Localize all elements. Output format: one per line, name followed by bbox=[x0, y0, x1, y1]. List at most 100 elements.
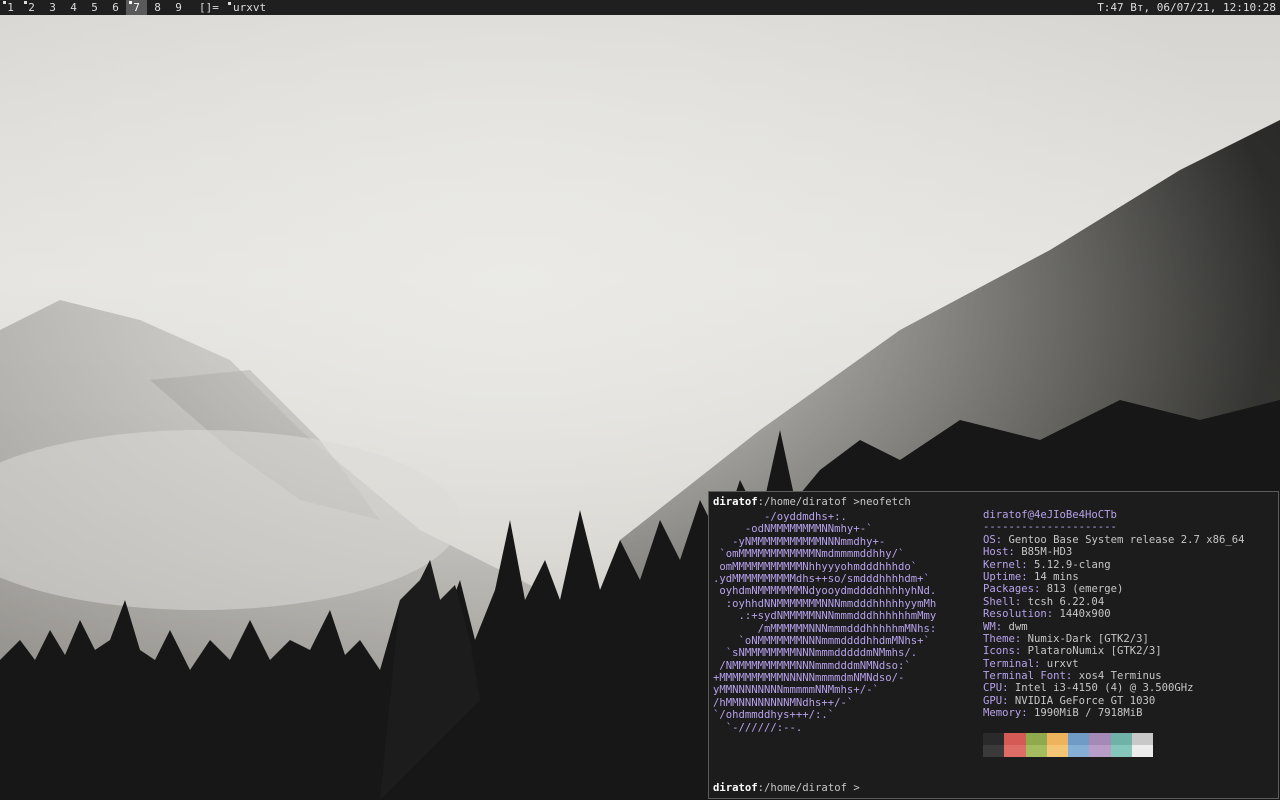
info-key: GPU bbox=[983, 694, 1003, 707]
palette-swatch bbox=[1068, 733, 1090, 745]
info-value: Numix-Dark [GTK2/3] bbox=[1027, 632, 1149, 645]
info-colon: : bbox=[995, 533, 1009, 546]
palette-swatch bbox=[1046, 733, 1069, 745]
workspace-tag-6[interactable]: 6 bbox=[105, 0, 126, 15]
workspace-tag-5[interactable]: 5 bbox=[84, 0, 105, 15]
workspace-tag-7[interactable]: 7 bbox=[126, 0, 147, 15]
workspace-label: 1 bbox=[7, 1, 14, 14]
logo-line: :oyhhdNNMMMMMMMNNNmmdddhhhhhyymMh bbox=[713, 597, 937, 610]
workspace-tag-2[interactable]: 2 bbox=[21, 0, 42, 15]
info-row: Theme: Numix-Dark [GTK2/3] bbox=[983, 633, 1245, 645]
logo-line: oyhdmNMMMMMMMNdyooydmddddhhhhyhNd. bbox=[713, 585, 937, 598]
info-colon: : bbox=[1002, 694, 1015, 707]
info-value: 5.12.9-clang bbox=[1034, 558, 1111, 571]
workspace-label: 5 bbox=[91, 1, 98, 14]
info-row: Packages: 813 (emerge) bbox=[983, 583, 1245, 595]
info-row: OS: Gentoo Base System release 2.7 x86_6… bbox=[983, 534, 1245, 546]
cursor-input[interactable] bbox=[860, 782, 866, 794]
info-key: Memory bbox=[983, 707, 1022, 720]
info-key: Host bbox=[983, 546, 1009, 559]
workspace-tag-8[interactable]: 8 bbox=[147, 0, 168, 15]
prompt-path: :/home/diratof > bbox=[757, 782, 860, 794]
info-separator: --------------------- bbox=[983, 521, 1117, 534]
logo-line: /NMMMMMMMMMMNNNmmmdddmNMNdso:` bbox=[713, 659, 911, 672]
workspace-tag-3[interactable]: 3 bbox=[42, 0, 63, 15]
palette-swatch-bright bbox=[1004, 745, 1026, 757]
info-colon: : bbox=[1065, 670, 1079, 683]
info-row: GPU: NVIDIA GeForce GT 1030 bbox=[983, 695, 1245, 707]
workspace-tag-1[interactable]: 1 bbox=[0, 0, 21, 15]
info-value: 1990MiB / 7918MiB bbox=[1034, 707, 1143, 720]
info-colon: : bbox=[1002, 682, 1015, 695]
logo-line: +MMMMMMMMMMNNNNNmmmmdmNMNdso/- bbox=[713, 672, 905, 685]
info-value: dwm bbox=[1008, 620, 1028, 633]
logo-line: .ydMMMMMMMMMMdhs++so/smdddhhhhdm+` bbox=[713, 572, 930, 585]
window-title: urxvt bbox=[228, 0, 266, 15]
info-row: CPU: Intel i3-4150 (4) @ 3.500GHz bbox=[983, 682, 1245, 694]
info-key: Theme bbox=[983, 632, 1015, 645]
palette-swatch bbox=[983, 733, 1005, 745]
info-value: 14 mins bbox=[1034, 570, 1079, 583]
info-colon: : bbox=[1046, 608, 1060, 621]
terminal-window[interactable]: diratof:/home/diratof >neofetch -/oyddmd… bbox=[708, 491, 1279, 799]
palette-swatch-bright bbox=[1089, 745, 1111, 757]
info-value: tcsh 6.22.04 bbox=[1027, 595, 1105, 608]
info-key: OS bbox=[983, 533, 996, 546]
logo-line: /mMMMMMMNNNmmmdddhhhhhmMNhs: bbox=[713, 622, 937, 635]
palette-swatch bbox=[1025, 733, 1047, 745]
info-value: urxvt bbox=[1046, 657, 1079, 670]
palette-swatch bbox=[1089, 733, 1111, 745]
logo-line: omMMMMMMMMMMMNhhyyyohmdddhhhdo` bbox=[713, 560, 918, 573]
occupied-indicator-icon bbox=[24, 1, 27, 4]
info-key: Packages bbox=[983, 583, 1035, 596]
info-colon: : bbox=[1034, 657, 1047, 670]
logo-line: `/ohdmmddhys+++/:.` bbox=[713, 709, 835, 722]
logo-line: -odNMMMMMMMMNNmhy+-` bbox=[713, 523, 873, 536]
logo-line: `oNMMMMMMMNNNmmmddddhhdmMNhs+` bbox=[713, 634, 930, 647]
info-value: Gentoo Base System release 2.7 x86_64 bbox=[1008, 533, 1245, 546]
info-row: Resolution: 1440x900 bbox=[983, 608, 1245, 620]
info-header: diratof@4eJIoBe4HoCTb bbox=[983, 509, 1117, 521]
logo-line: `omMMMMMMMMMMMMNmdmmmmddhhy/` bbox=[713, 548, 905, 561]
logo-line: /hMMNNNNNNNNMNdhs++/-` bbox=[713, 696, 854, 709]
palette-swatch-bright bbox=[1132, 745, 1154, 757]
workspace-tag-4[interactable]: 4 bbox=[63, 0, 84, 15]
info-colon: : bbox=[1021, 707, 1035, 720]
info-row: Memory: 1990MiB / 7918MiB bbox=[983, 707, 1245, 719]
info-value: Intel i3-4150 (4) @ 3.500GHz bbox=[1014, 682, 1194, 695]
info-row: Icons: PlataroNumix [GTK2/3] bbox=[983, 645, 1245, 657]
info-row: Shell: tcsh 6.22.04 bbox=[983, 596, 1245, 608]
palette-swatch-bright bbox=[1068, 745, 1090, 757]
color-palette bbox=[983, 733, 1154, 757]
logo-line: .:+sydNMMMMMNNNmmmdddhhhhhhmMmy bbox=[713, 610, 937, 623]
prompt-path: :/home/diratof > bbox=[757, 496, 860, 508]
workspace-label: 9 bbox=[175, 1, 182, 14]
logo-line: -/oyddmdhs+:. bbox=[713, 511, 847, 523]
info-value: 1440x900 bbox=[1059, 608, 1111, 621]
info-key: Terminal bbox=[983, 657, 1035, 670]
info-row: Uptime: 14 mins bbox=[983, 571, 1245, 583]
info-colon: : bbox=[1014, 645, 1028, 658]
info-key: Shell bbox=[983, 595, 1015, 608]
current-prompt[interactable]: diratof:/home/diratof > bbox=[713, 782, 866, 794]
workspace-list: 1 2 3 4 5 6 7 8 9 bbox=[0, 0, 189, 15]
info-key: WM bbox=[983, 620, 996, 633]
info-key: Terminal Font bbox=[983, 670, 1066, 683]
logo-line: yMMNNNNNNNNmmmmmNNMmhs+/-` bbox=[713, 684, 879, 697]
logo-line: -yNMMMMMMMMMMMNNNmmdhy+- bbox=[713, 535, 886, 548]
palette-row-bright bbox=[983, 745, 1154, 757]
workspace-label: 4 bbox=[70, 1, 77, 14]
workspace-label: 7 bbox=[133, 1, 140, 14]
info-key: CPU bbox=[983, 682, 1003, 695]
workspace-tag-9[interactable]: 9 bbox=[168, 0, 189, 15]
info-value: PlataroNumix [GTK2/3] bbox=[1027, 645, 1162, 658]
prompt-user: diratof bbox=[713, 496, 758, 508]
layout-indicator[interactable]: []= bbox=[199, 0, 219, 15]
occupied-indicator-icon bbox=[129, 1, 132, 4]
info-value: NVIDIA GeForce GT 1030 bbox=[1014, 694, 1156, 707]
command-line: diratof:/home/diratof >neofetch bbox=[713, 496, 911, 508]
info-row: Kernel: 5.12.9-clang bbox=[983, 559, 1245, 571]
gentoo-ascii-logo: -/oyddmdhs+:. -odNMMMMMMMMNNmhy+-` -yNMM… bbox=[713, 511, 936, 734]
occupied-indicator-icon bbox=[3, 1, 6, 4]
info-colon: : bbox=[995, 620, 1009, 633]
